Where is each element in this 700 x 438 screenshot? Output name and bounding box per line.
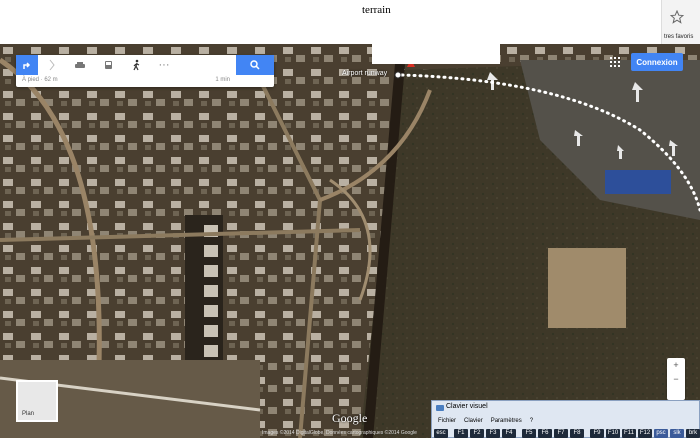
keyboard-title: Clavier visuel [446, 403, 488, 410]
walk-icon[interactable] [122, 55, 150, 75]
key-f10[interactable]: F10 [606, 429, 620, 438]
key-f8[interactable]: F8 [570, 429, 584, 438]
menu-clavier[interactable]: Clavier [464, 418, 483, 424]
plan-view-toggle[interactable]: Plan [16, 380, 58, 422]
menu-fichier[interactable]: Fichier [438, 418, 456, 424]
key-f5[interactable]: F5 [522, 429, 536, 438]
favorites-label[interactable]: tres favoris [664, 34, 693, 40]
transit-icon[interactable] [94, 55, 122, 75]
key-f7[interactable]: F7 [554, 429, 568, 438]
window-titlebar: terrain tres favoris [0, 0, 700, 44]
keyboard-app-icon [436, 405, 444, 411]
chevron-right-icon [38, 55, 66, 75]
zoom-in-button[interactable]: + [667, 358, 685, 372]
apps-grid-icon[interactable] [610, 57, 620, 67]
overlay-panel [372, 44, 500, 64]
google-logo: Google [332, 411, 368, 425]
plan-label: Plan [22, 411, 35, 417]
key-brk[interactable]: brk [686, 429, 700, 438]
favorites-panel: tres favoris [661, 0, 700, 44]
directions-box[interactable]: ··· À pied · 62 m 1 min [16, 55, 274, 87]
star-icon[interactable] [670, 10, 684, 24]
key-psc[interactable]: psc [654, 429, 668, 438]
zoom-out-button[interactable]: − [667, 372, 685, 386]
more-options-icon[interactable]: ··· [150, 55, 178, 75]
key-f6[interactable]: F6 [538, 429, 552, 438]
walk-time: 1 min [215, 77, 230, 83]
walk-distance: À pied · 62 m [22, 77, 58, 83]
keyboard-key-row: esc F1 F2 F3 F4 F5 F6 F7 F8 F9 F10 F11 F… [434, 429, 700, 438]
key-f11[interactable]: F11 [622, 429, 636, 438]
key-f1[interactable]: F1 [454, 429, 468, 438]
map-attribution[interactable]: Images ©2014 DigitalGlobe, Données carto… [262, 430, 417, 436]
window-title: terrain [362, 4, 391, 16]
key-f9[interactable]: F9 [590, 429, 604, 438]
car-icon[interactable] [66, 55, 94, 75]
virtual-keyboard-window[interactable]: Clavier visuel Fichier Clavier Paramètre… [431, 400, 700, 438]
menu-parametres[interactable]: Paramètres [491, 418, 522, 424]
directions-icon[interactable] [16, 55, 38, 75]
key-slk[interactable]: slk [670, 429, 684, 438]
search-button[interactable] [236, 55, 274, 75]
key-f12[interactable]: F12 [638, 429, 652, 438]
zoom-control: + − [667, 358, 685, 400]
key-f4[interactable]: F4 [502, 429, 516, 438]
place-label[interactable]: Airport runway [342, 70, 387, 77]
travel-modes: ··· [16, 55, 236, 75]
key-f3[interactable]: F3 [486, 429, 500, 438]
menu-help[interactable]: ? [530, 418, 533, 424]
connexion-button[interactable]: Connexion [631, 53, 683, 71]
keyboard-menu: Fichier Clavier Paramètres ? [438, 418, 533, 424]
search-icon [250, 60, 260, 70]
key-f2[interactable]: F2 [470, 429, 484, 438]
key-esc[interactable]: esc [434, 429, 448, 438]
